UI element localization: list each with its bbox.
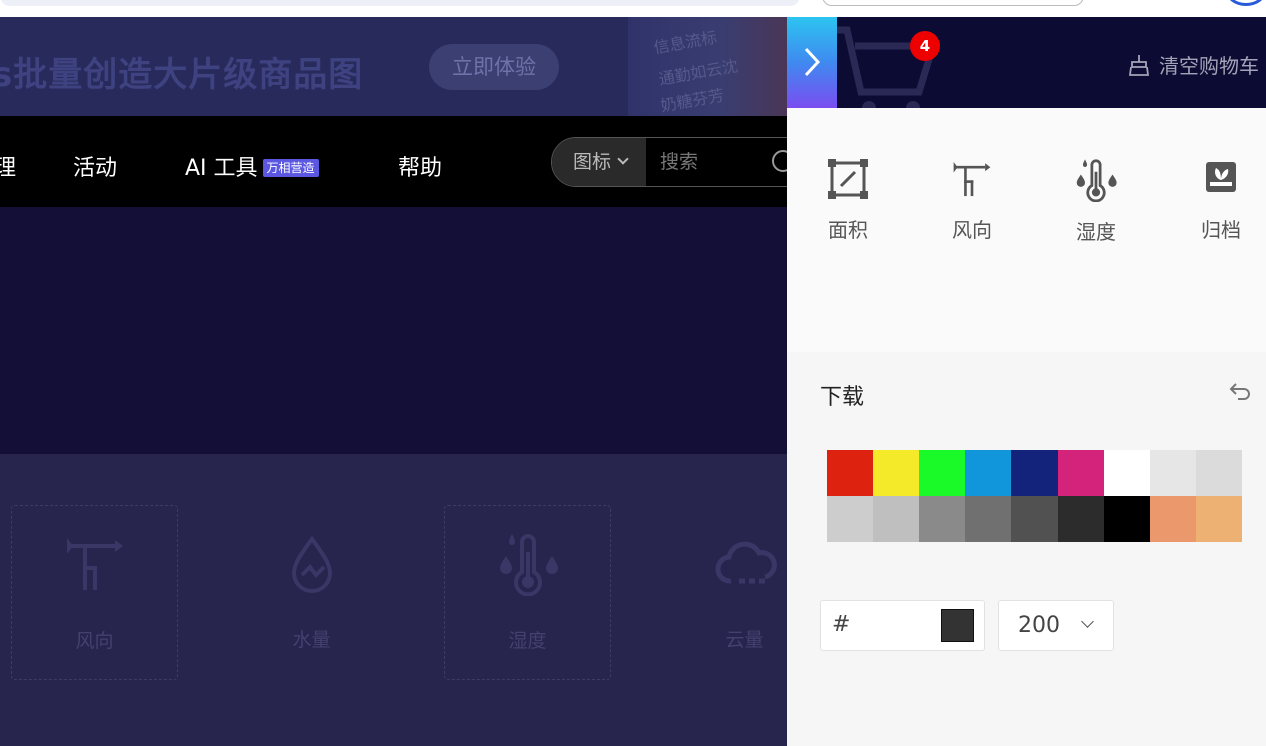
chevron-down-icon — [1081, 615, 1094, 628]
download-section: 下载 # 200 — [787, 352, 1266, 746]
wind-vane-icon — [953, 161, 991, 197]
address-field[interactable] — [822, 0, 1084, 6]
color-swatch[interactable] — [873, 450, 920, 496]
size-select[interactable]: 200 — [998, 600, 1114, 651]
cart-item-label: 面积 — [828, 218, 868, 242]
cart-item-label: 归档 — [1201, 218, 1241, 242]
color-swatch[interactable] — [1057, 450, 1104, 496]
color-swatch[interactable] — [1103, 496, 1150, 542]
cart-panel: 4 清空购物车 面积 风向 湿度 归档 下载 # 200 — [787, 17, 1266, 746]
search-type-dropdown[interactable]: 图标 — [552, 138, 646, 186]
search-input[interactable] — [646, 138, 786, 186]
browser-top-strip — [0, 0, 1266, 17]
color-swatch[interactable] — [965, 496, 1012, 542]
search-type-label: 图标 — [573, 151, 612, 173]
cart-panel-header: 4 清空购物车 — [787, 17, 1266, 108]
icon-card[interactable]: 水量 — [228, 505, 395, 680]
color-swatch[interactable] — [1103, 450, 1150, 496]
top-nav: 理 活动 AI 工具 万相营造 帮助 图标 — [0, 116, 787, 207]
cart-item[interactable]: 面积 — [803, 158, 893, 243]
icon-card[interactable]: 湿度 — [444, 505, 611, 680]
color-swatch[interactable] — [1195, 450, 1242, 496]
color-swatch[interactable] — [919, 450, 966, 496]
main-page: s批量创造大片级商品图 立即体验 信息流标 通勤如云沈 奶糖芬芳 理 活动 AI… — [0, 17, 787, 746]
color-swatch[interactable] — [827, 450, 874, 496]
hex-color-input[interactable]: # — [820, 600, 985, 651]
profile-icon[interactable] — [1226, 0, 1266, 6]
humidity-thermometer-icon — [1076, 159, 1117, 202]
search-bar: 图标 — [551, 137, 787, 187]
collapse-panel-button[interactable] — [787, 17, 837, 108]
download-title: 下载 — [820, 385, 865, 410]
color-preview-swatch[interactable] — [941, 609, 974, 642]
icon-card-label: 水量 — [292, 629, 331, 651]
color-swatch[interactable] — [1149, 450, 1196, 496]
color-swatch[interactable] — [919, 496, 966, 542]
size-value: 200 — [1018, 613, 1060, 638]
banner-headline: s批量创造大片级商品图 — [0, 55, 364, 95]
search-icon[interactable] — [772, 150, 787, 172]
color-swatch[interactable] — [1011, 450, 1058, 496]
color-swatch[interactable] — [1195, 496, 1242, 542]
cart-item[interactable]: 湿度 — [1051, 158, 1141, 245]
chevron-right-icon — [804, 47, 821, 77]
banner-art: 信息流标 通勤如云沈 奶糖芬芳 — [628, 17, 787, 116]
color-swatch[interactable] — [1011, 496, 1058, 542]
screen: s批量创造大片级商品图 立即体验 信息流标 通勤如云沈 奶糖芬芳 理 活动 AI… — [0, 0, 1266, 746]
tab-strip — [0, 0, 800, 6]
icon-card[interactable]: 云量 — [661, 505, 787, 680]
color-swatch[interactable] — [1149, 496, 1196, 542]
undo-icon[interactable] — [1228, 381, 1252, 403]
water-drop-icon — [291, 535, 332, 593]
archive-icon — [1206, 162, 1236, 192]
nav-item-activity[interactable]: 活动 — [73, 150, 117, 182]
icon-card[interactable]: 风向 — [11, 505, 178, 680]
cart-item[interactable]: 风向 — [927, 158, 1017, 243]
banner-cta-button[interactable]: 立即体验 — [429, 44, 559, 90]
hex-prefix: # — [832, 612, 851, 637]
cart-item[interactable]: 归档 — [1176, 158, 1266, 243]
ai-tools-badge: 万相营造 — [262, 159, 319, 177]
icon-card-label: 湿度 — [508, 630, 547, 652]
wind-vane-icon — [66, 538, 123, 590]
broom-icon — [1128, 55, 1150, 76]
color-swatch[interactable] — [827, 496, 874, 542]
cloud-icon — [715, 541, 777, 584]
area-icon — [828, 159, 868, 199]
banner-art-line: 信息流标 — [652, 27, 719, 58]
icon-grid: 风向 水量 湿度 云量 — [0, 454, 787, 746]
clear-cart-label: 清空购物车 — [1159, 54, 1259, 78]
cart-items: 面积 风向 湿度 归档 — [787, 108, 1266, 352]
nav-item-ai-tools[interactable]: AI 工具 万相营造 — [185, 150, 319, 182]
cart-item-label: 湿度 — [1076, 220, 1116, 244]
banner-art-line: 通勤如云沈 — [657, 56, 740, 89]
nav-item-manage[interactable]: 理 — [0, 150, 16, 182]
nav-item-ai-tools-label: AI 工具 — [185, 156, 258, 181]
clear-cart-button[interactable]: 清空购物车 — [1127, 50, 1259, 79]
cart-item-label: 风向 — [952, 218, 992, 242]
promo-banner[interactable]: s批量创造大片级商品图 立即体验 信息流标 通勤如云沈 奶糖芬芳 — [0, 17, 787, 116]
hero-area — [0, 207, 787, 454]
icon-card-label: 云量 — [725, 629, 764, 651]
color-swatch[interactable] — [1057, 496, 1104, 542]
nav-item-help[interactable]: 帮助 — [398, 150, 442, 182]
cart-count-badge: 4 — [910, 31, 940, 61]
chevron-down-icon — [617, 153, 629, 165]
color-palette — [827, 450, 1242, 542]
color-swatch[interactable] — [873, 496, 920, 542]
icon-card-label: 风向 — [75, 630, 114, 652]
color-swatch[interactable] — [965, 450, 1012, 496]
humidity-thermometer-icon — [499, 534, 558, 596]
